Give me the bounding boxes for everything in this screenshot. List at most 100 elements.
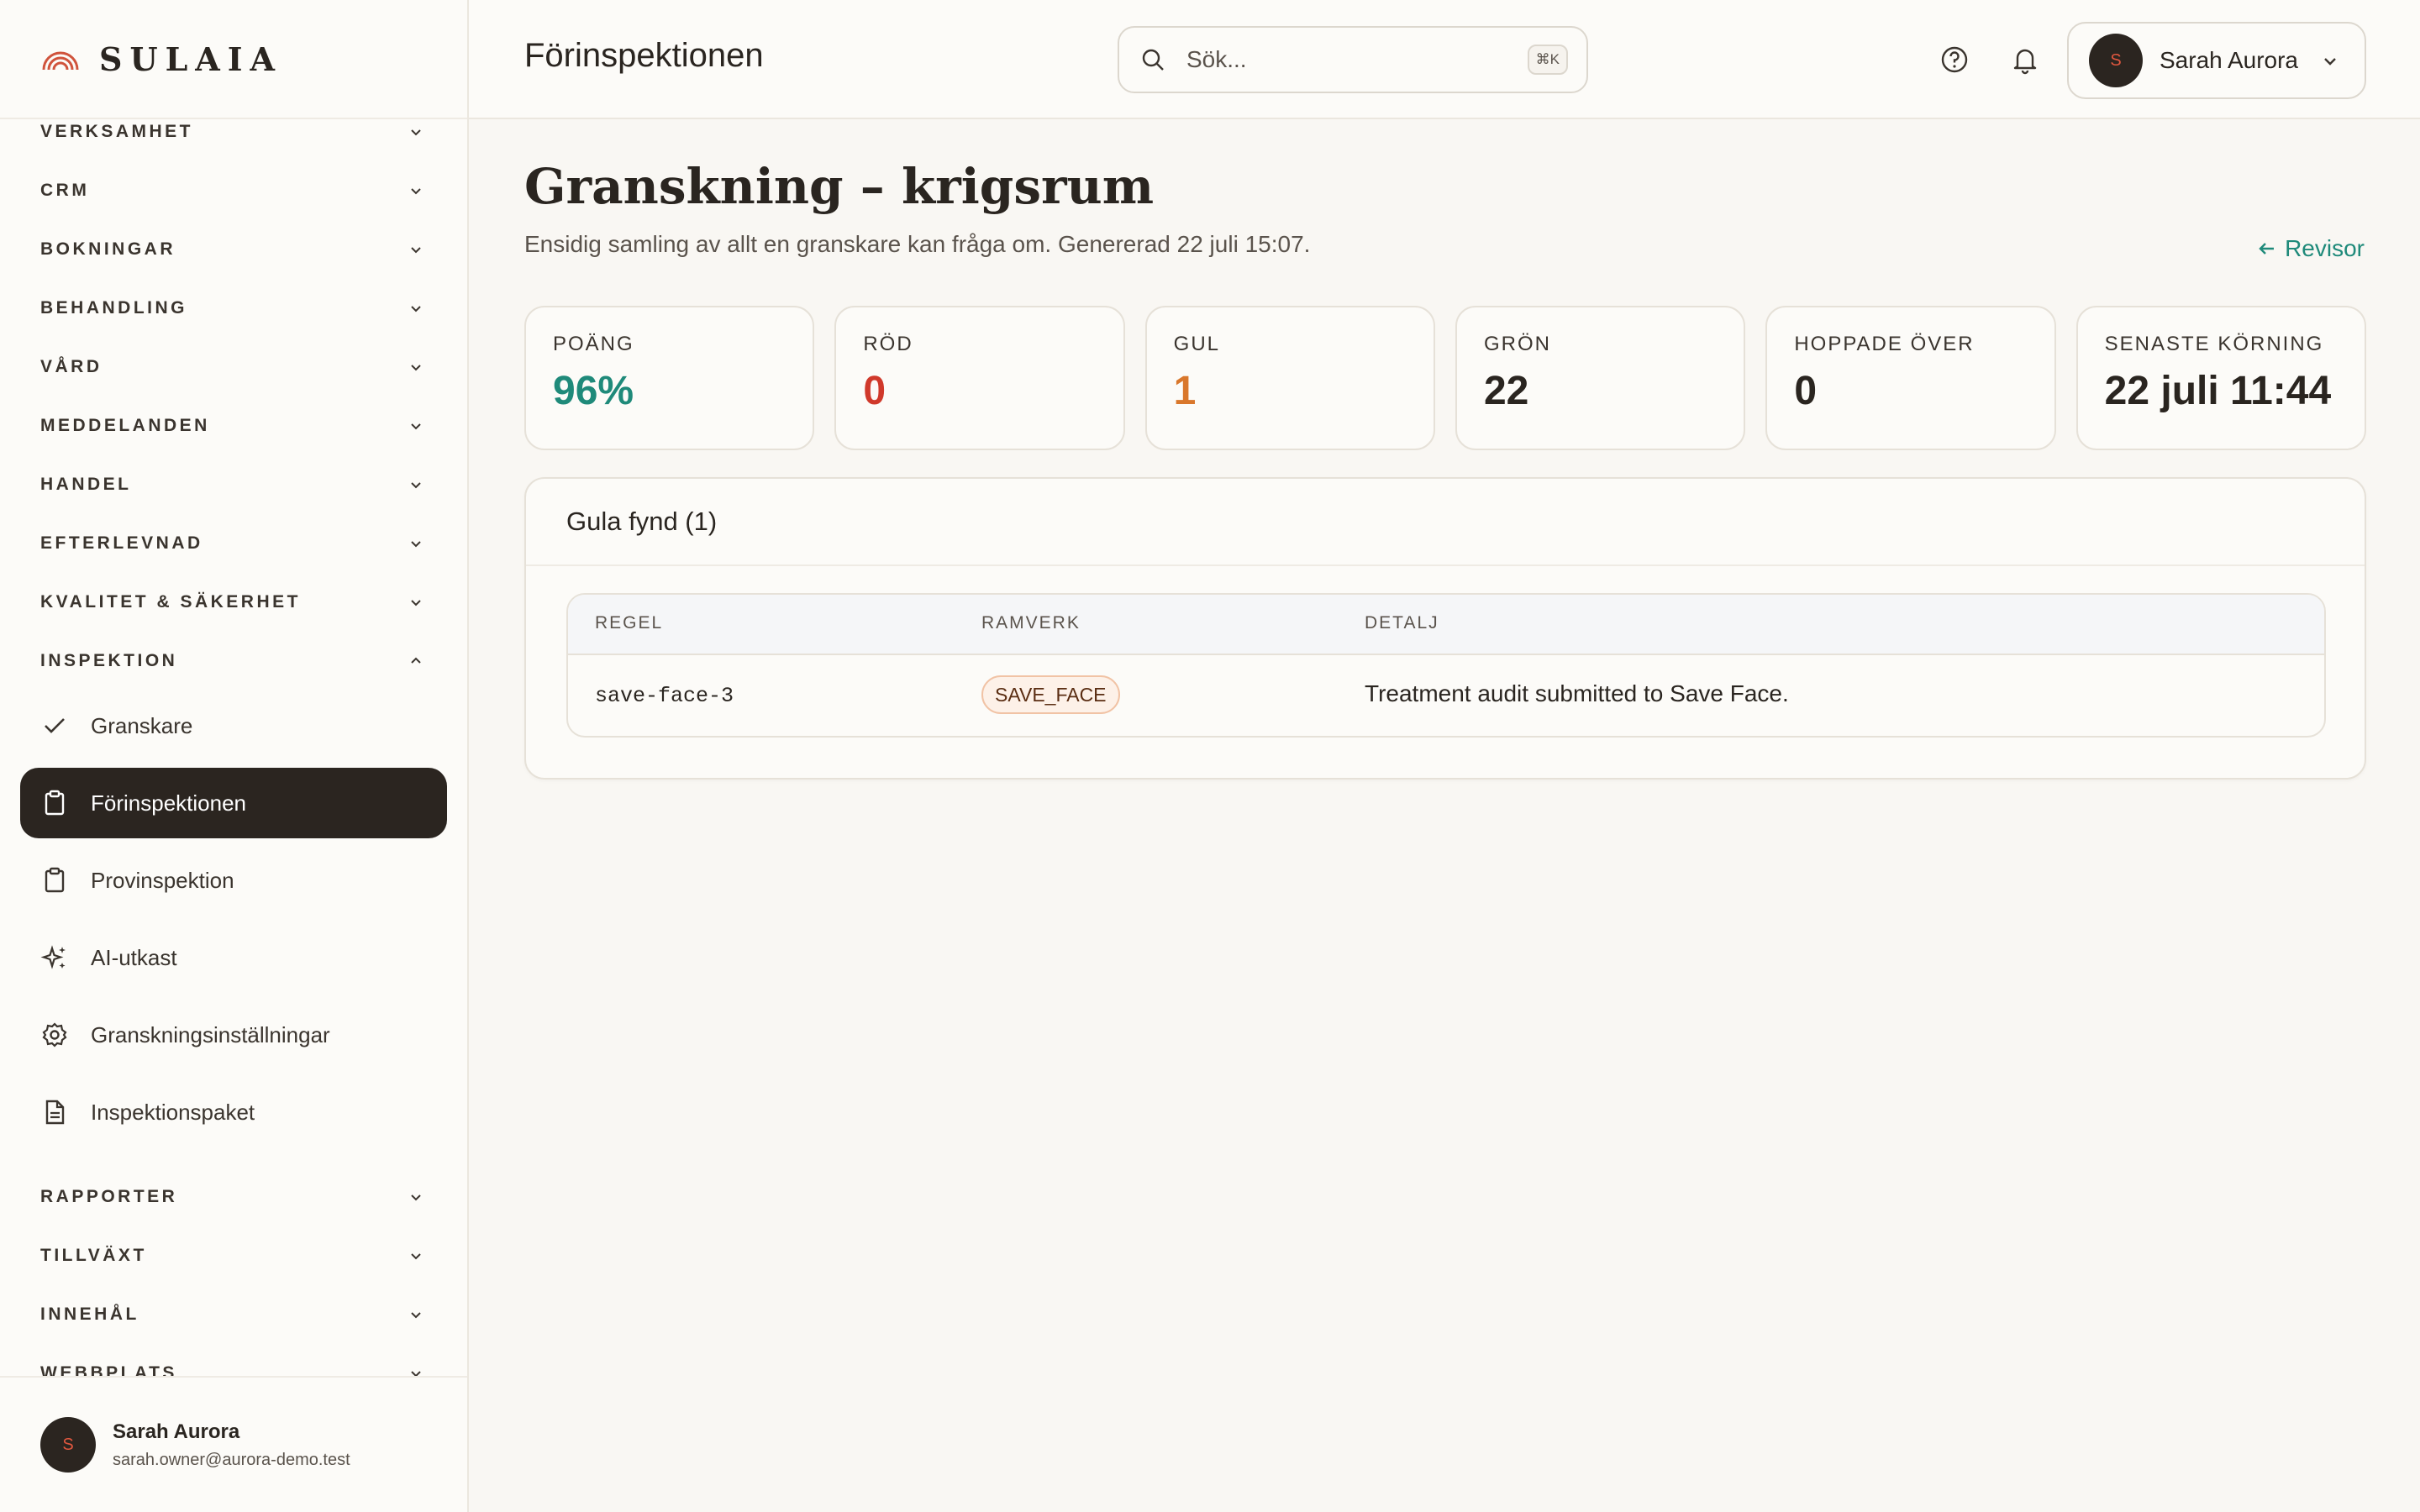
nav-section-efterlevnad[interactable]: EFTERLEVNAD xyxy=(0,514,467,573)
chevron-down-icon xyxy=(411,1312,421,1319)
column-header-regel: REGEL xyxy=(595,613,664,633)
search-icon xyxy=(1142,49,1164,71)
nav-section-label: RAPPORTER xyxy=(40,1187,178,1206)
nav-section-label: INSPEKTION xyxy=(40,651,178,670)
user-name: Sarah Aurora xyxy=(113,1420,240,1443)
chevron-down-icon xyxy=(411,1253,421,1260)
nav-section-label: MEDDELANDEN xyxy=(40,416,210,435)
topbar: Förinspektionen ⌘K S Sarah Aurora xyxy=(469,0,2420,119)
findings-card-title: Gula fynd (1) xyxy=(526,479,2365,566)
findings-card: Gula fynd (1) REGEL RAMVERK DETALJ save-… xyxy=(524,477,2366,780)
nav-section-verksamhet[interactable]: VERKSAMHET xyxy=(0,119,467,161)
stat-card-gron: GRÖN 22 xyxy=(1455,306,1746,450)
stat-label: HOPPADE ÖVER xyxy=(1794,333,1975,355)
nav-section-inspektion[interactable]: INSPEKTION xyxy=(0,632,467,690)
sidebar-item-granskningsinstallningar[interactable]: Granskningsinställningar xyxy=(20,1000,447,1070)
sidebar-user-profile[interactable]: S Sarah Aurora sarah.owner@aurora-demo.t… xyxy=(0,1376,467,1512)
sidebar-item-forinspektionen[interactable]: Förinspektionen xyxy=(20,768,447,838)
page-subtitle: Ensidig samling av allt en granskare kan… xyxy=(524,231,1311,257)
stat-value: 0 xyxy=(1794,369,1818,413)
framework-badge: SAVE_FACE xyxy=(981,675,1120,714)
nav-section-behandling[interactable]: BEHANDLING xyxy=(0,279,467,338)
chevron-down-icon xyxy=(411,365,421,371)
nav-section-crm[interactable]: CRM xyxy=(0,161,467,220)
stat-label: GUL xyxy=(1173,333,1221,355)
nav-section-tillvaxt[interactable]: TILLVÄXT xyxy=(0,1226,467,1285)
chevron-down-icon xyxy=(411,600,421,606)
brand[interactable]: SULAIA xyxy=(0,0,467,119)
nav-section-bokningar[interactable]: BOKNINGAR xyxy=(0,220,467,279)
notifications-button[interactable] xyxy=(2008,43,2042,76)
clipboard-icon xyxy=(45,867,65,893)
stat-label: RÖD xyxy=(863,333,913,355)
topbar-title: Förinspektionen xyxy=(524,37,764,74)
stat-card-senaste-korning: SENASTE KÖRNING 22 juli 11:44 xyxy=(2075,306,2366,450)
sidebar: SULAIA VERKSAMHET CRM BOKNINGAR BEHANDLI… xyxy=(0,0,469,1512)
nav-section-kvalitet-sakerhet[interactable]: KVALITET & SÄKERHET xyxy=(0,573,467,632)
nav-section-label: WEBBPLATS xyxy=(40,1363,177,1376)
nav-section-label: HANDEL xyxy=(40,475,132,494)
chevron-down-icon xyxy=(2324,58,2336,66)
nav-section-rapporter[interactable]: RAPPORTER xyxy=(0,1168,467,1226)
chevron-up-icon xyxy=(411,657,421,664)
nav-section-label: TILLVÄXT xyxy=(40,1246,147,1265)
stat-value: 22 juli 11:44 xyxy=(2104,369,2332,413)
sidebar-item-label: Granskningsinställningar xyxy=(91,1021,330,1047)
nav-section-label: BEHANDLING xyxy=(40,298,187,318)
gear-icon xyxy=(42,1022,67,1047)
avatar: S xyxy=(40,1417,96,1473)
nav-section-label: VÅRD xyxy=(40,357,103,376)
stats-row: POÄNG 96% RÖD 0 GUL 1 GRÖN 22 HOPPADE ÖV… xyxy=(524,306,2366,450)
nav-section-meddelanden[interactable]: MEDDELANDEN xyxy=(0,396,467,455)
back-to-revisor-link[interactable]: Revisor xyxy=(2256,235,2365,262)
back-link-label: Revisor xyxy=(2285,235,2365,261)
chevron-down-icon xyxy=(411,1194,421,1201)
stat-card-hoppade-over: HOPPADE ÖVER 0 xyxy=(1765,306,2056,450)
sidebar-item-provinspektion[interactable]: Provinspektion xyxy=(20,845,447,916)
stat-card-rod: RÖD 0 xyxy=(834,306,1125,450)
stat-value: 0 xyxy=(863,369,886,413)
user-name: Sarah Aurora xyxy=(2160,47,2298,73)
rule-cell: save-face-3 xyxy=(595,684,734,708)
sidebar-item-ai-utkast[interactable]: AI-utkast xyxy=(20,922,447,993)
bell-icon xyxy=(2013,49,2037,75)
stat-value: 22 xyxy=(1483,369,1529,413)
sparkles-icon xyxy=(40,945,66,969)
sidebar-item-label: Förinspektionen xyxy=(91,790,246,816)
column-header-ramverk: RAMVERK xyxy=(981,613,1081,633)
table-header: REGEL RAMVERK DETALJ xyxy=(568,595,2324,655)
user-email: sarah.owner@aurora-demo.test xyxy=(113,1450,350,1469)
nav-section-vard[interactable]: VÅRD xyxy=(0,338,467,396)
findings-table: REGEL RAMVERK DETALJ save-face-3 SAVE_FA… xyxy=(566,593,2326,738)
nav-section-label: KVALITET & SÄKERHET xyxy=(40,592,301,612)
chevron-down-icon xyxy=(411,423,421,430)
chevron-down-icon xyxy=(411,541,421,548)
nav-section-label: CRM xyxy=(40,181,90,200)
document-icon xyxy=(45,1100,65,1125)
sidebar-item-label: Inspektionspaket xyxy=(91,1099,255,1125)
user-menu-button[interactable]: S Sarah Aurora xyxy=(2067,22,2366,99)
chevron-down-icon xyxy=(411,129,421,136)
nav-section-webbplats[interactable]: WEBBPLATS xyxy=(0,1344,467,1376)
nav-section-label: INNEHÅL xyxy=(40,1305,139,1324)
nav-section-handel[interactable]: HANDEL xyxy=(0,455,467,514)
stat-value: 96% xyxy=(553,369,634,413)
search-box[interactable]: ⌘K xyxy=(1118,26,1588,93)
sidebar-nav[interactable]: VERKSAMHET CRM BOKNINGAR BEHANDLING VÅRD… xyxy=(0,119,467,1376)
nav-section-innehal[interactable]: INNEHÅL xyxy=(0,1285,467,1344)
search-input[interactable] xyxy=(1186,46,1506,73)
detail-cell: Treatment audit submitted to Save Face. xyxy=(1365,680,1789,706)
help-button[interactable] xyxy=(1938,43,1971,76)
brand-name: SULAIA xyxy=(99,39,283,78)
chevron-down-icon xyxy=(411,188,421,195)
sidebar-item-inspektionspaket[interactable]: Inspektionspaket xyxy=(20,1077,447,1147)
chevron-down-icon xyxy=(411,1371,421,1376)
nav-section-label: VERKSAMHET xyxy=(40,122,194,141)
stat-label: GRÖN xyxy=(1483,333,1551,355)
sidebar-item-label: Provinspektion xyxy=(91,867,234,893)
arrow-left-icon xyxy=(2259,243,2275,255)
search-shortcut-badge: ⌘K xyxy=(1527,45,1568,75)
table-row[interactable]: save-face-3 SAVE_FACE Treatment audit su… xyxy=(568,655,2324,736)
sidebar-item-granskare[interactable]: Granskare xyxy=(20,690,447,761)
